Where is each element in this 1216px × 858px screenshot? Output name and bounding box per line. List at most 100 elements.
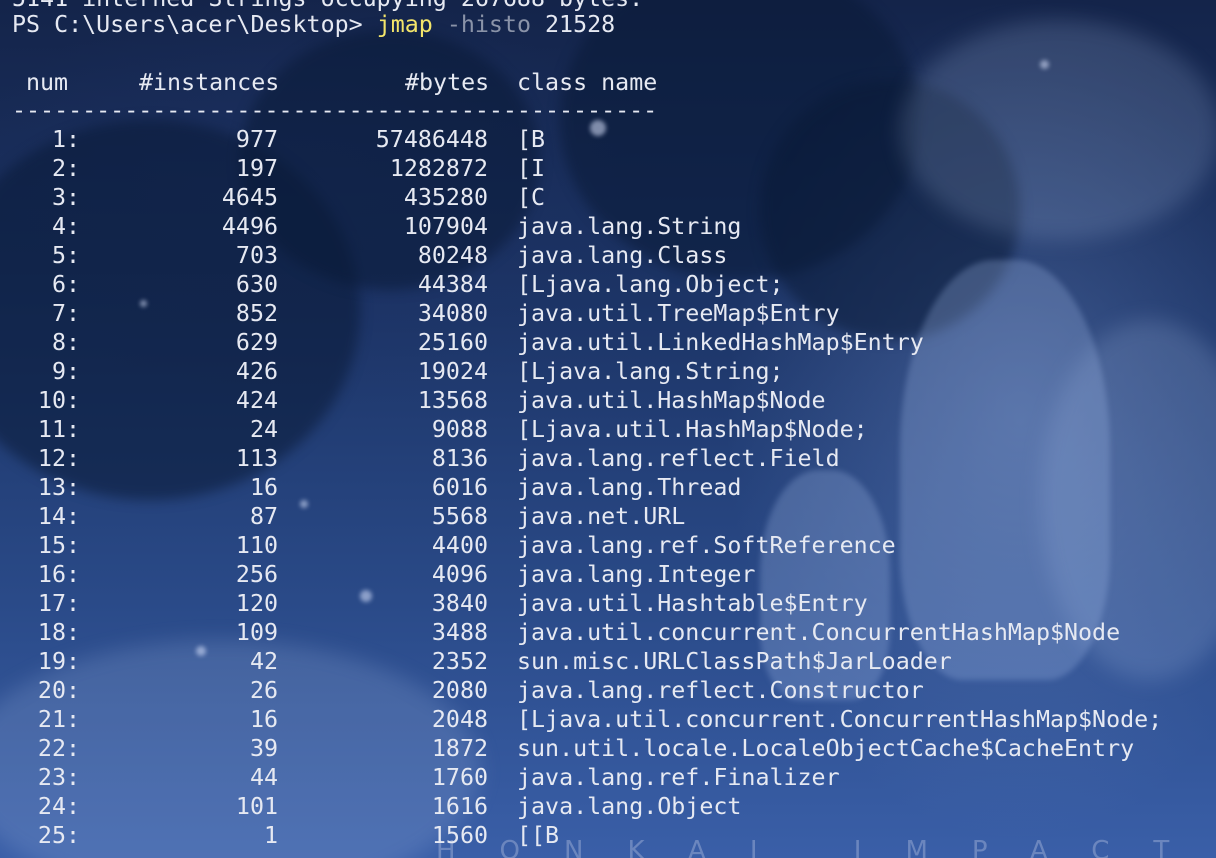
row-class-name: java.lang.ref.Finalizer	[517, 764, 840, 791]
row-instances: 629	[235, 329, 278, 356]
row-class-name: sun.util.locale.LocaleObjectCache$CacheE…	[517, 735, 1135, 762]
row-num: 10:	[37, 387, 80, 414]
row-instances: 977	[235, 126, 278, 153]
table-row: 18: 109 3488 java.util.concurrent.Concurren…	[0, 618, 1216, 647]
table-row: 1: 977 57486448 [B	[0, 125, 1216, 154]
row-instances: 1	[263, 822, 278, 849]
row-class-name: java.lang.ref.SoftReference	[517, 532, 896, 559]
row-instances: 42	[249, 648, 278, 675]
row-bytes: 8136	[431, 445, 488, 472]
row-instances: 120	[235, 590, 278, 617]
row-num: 17:	[37, 590, 80, 617]
row-class-name: [Ljava.lang.Object;	[517, 271, 784, 298]
table-row: 3: 4645 435280 [C	[0, 183, 1216, 212]
header-class-name: class name	[517, 69, 658, 96]
row-class-name: [Ljava.util.concurrent.ConcurrentHashMap…	[517, 706, 1163, 733]
row-class-name: java.lang.Integer	[517, 561, 756, 588]
row-num: 7:	[51, 300, 80, 327]
command-pid: 21528	[545, 11, 616, 38]
row-bytes: 1560	[431, 822, 488, 849]
row-class-name: java.util.HashMap$Node	[517, 387, 826, 414]
row-instances: 256	[235, 561, 278, 588]
row-class-name: sun.misc.URLClassPath$JarLoader	[517, 648, 952, 675]
row-num: 1:	[51, 126, 80, 153]
row-bytes: 5568	[431, 503, 488, 530]
table-row: 9: 426 19024 [Ljava.lang.String;	[0, 357, 1216, 386]
row-class-name: java.util.LinkedHashMap$Entry	[517, 329, 924, 356]
row-class-name: java.lang.reflect.Constructor	[517, 677, 924, 704]
row-num: 9:	[51, 358, 80, 385]
row-bytes: 25160	[417, 329, 488, 356]
row-num: 6:	[51, 271, 80, 298]
row-bytes: 107904	[403, 213, 488, 240]
header-bytes: #bytes	[405, 69, 490, 96]
header-instances: #instances	[139, 69, 280, 96]
row-instances: 39	[249, 735, 278, 762]
row-num: 11:	[37, 416, 80, 443]
table-row: 24: 101 1616 java.lang.Object	[0, 792, 1216, 821]
header-num: num	[26, 69, 69, 96]
terminal-window[interactable]: HONKAI IMPACT 5141 interned Strings occu…	[0, 0, 1216, 858]
table-row: 7: 852 34080 java.util.TreeMap$Entry	[0, 299, 1216, 328]
row-class-name: java.lang.Object	[517, 793, 742, 820]
row-class-name: java.util.Hashtable$Entry	[517, 590, 868, 617]
table-row: 10: 424 13568 java.util.HashMap$Node	[0, 386, 1216, 415]
row-bytes: 9088	[431, 416, 488, 443]
row-bytes: 80248	[417, 242, 488, 269]
row-num: 12:	[37, 445, 80, 472]
row-bytes: 13568	[417, 387, 488, 414]
table-row: 4: 4496 107904 java.lang.String	[0, 212, 1216, 241]
row-bytes: 1760	[431, 764, 488, 791]
prompt-line: PS C:\Users\acer\Desktop> jmap -histo 21…	[12, 10, 615, 39]
row-bytes: 2080	[431, 677, 488, 704]
table-row: 8: 629 25160 java.util.LinkedHashMap$Entry	[0, 328, 1216, 357]
row-class-name: [C	[517, 184, 546, 211]
table-row: 14: 87 5568 java.net.URL	[0, 502, 1216, 531]
table-row: 13: 16 6016 java.lang.Thread	[0, 473, 1216, 502]
row-instances: 26	[249, 677, 278, 704]
row-bytes: 19024	[417, 358, 488, 385]
row-bytes: 4400	[431, 532, 488, 559]
row-instances: 113	[235, 445, 278, 472]
row-num: 23:	[37, 764, 80, 791]
row-instances: 197	[235, 155, 278, 182]
row-instances: 852	[235, 300, 278, 327]
row-class-name: [I	[517, 155, 546, 182]
table-row: 15: 110 4400 java.lang.ref.SoftReference	[0, 531, 1216, 560]
table-row: 21: 16 2048 [Ljava.util.concurrent.Concurre…	[0, 705, 1216, 734]
row-instances: 101	[235, 793, 278, 820]
row-instances: 16	[249, 474, 278, 501]
row-class-name: java.lang.reflect.Field	[517, 445, 840, 472]
table-row: 22: 39 1872 sun.util.locale.LocaleObjectCac…	[0, 734, 1216, 763]
row-num: 25:	[37, 822, 80, 849]
row-bytes: 44384	[417, 271, 488, 298]
table-row: 5: 703 80248 java.lang.Class	[0, 241, 1216, 270]
row-class-name: java.util.TreeMap$Entry	[517, 300, 840, 327]
row-num: 8:	[51, 329, 80, 356]
row-instances: 703	[235, 242, 278, 269]
row-class-name: java.lang.String	[517, 213, 742, 240]
row-bytes: 2048	[431, 706, 488, 733]
row-class-name: [Ljava.lang.String;	[517, 358, 784, 385]
table-row: 6: 630 44384 [Ljava.lang.Object;	[0, 270, 1216, 299]
row-num: 5:	[51, 242, 80, 269]
row-num: 20:	[37, 677, 80, 704]
prompt-text: PS C:\Users\acer\Desktop>	[12, 11, 377, 38]
table-row: 19: 42 2352 sun.misc.URLClassPath$JarLoader	[0, 647, 1216, 676]
row-bytes: 1282872	[389, 155, 488, 182]
row-bytes: 4096	[431, 561, 488, 588]
row-class-name: java.net.URL	[517, 503, 686, 530]
command-name: jmap	[376, 11, 433, 38]
table-row: 23: 44 1760 java.lang.ref.Finalizer	[0, 763, 1216, 792]
row-bytes: 1872	[431, 735, 488, 762]
command-flag: -histo	[446, 11, 531, 38]
table-row: 12: 113 8136 java.lang.reflect.Field	[0, 444, 1216, 473]
row-bytes: 2352	[431, 648, 488, 675]
row-instances: 424	[235, 387, 278, 414]
row-num: 13:	[37, 474, 80, 501]
row-num: 3:	[51, 184, 80, 211]
row-bytes: 435280	[403, 184, 488, 211]
row-instances: 110	[235, 532, 278, 559]
row-bytes: 3488	[431, 619, 488, 646]
row-instances: 24	[249, 416, 278, 443]
